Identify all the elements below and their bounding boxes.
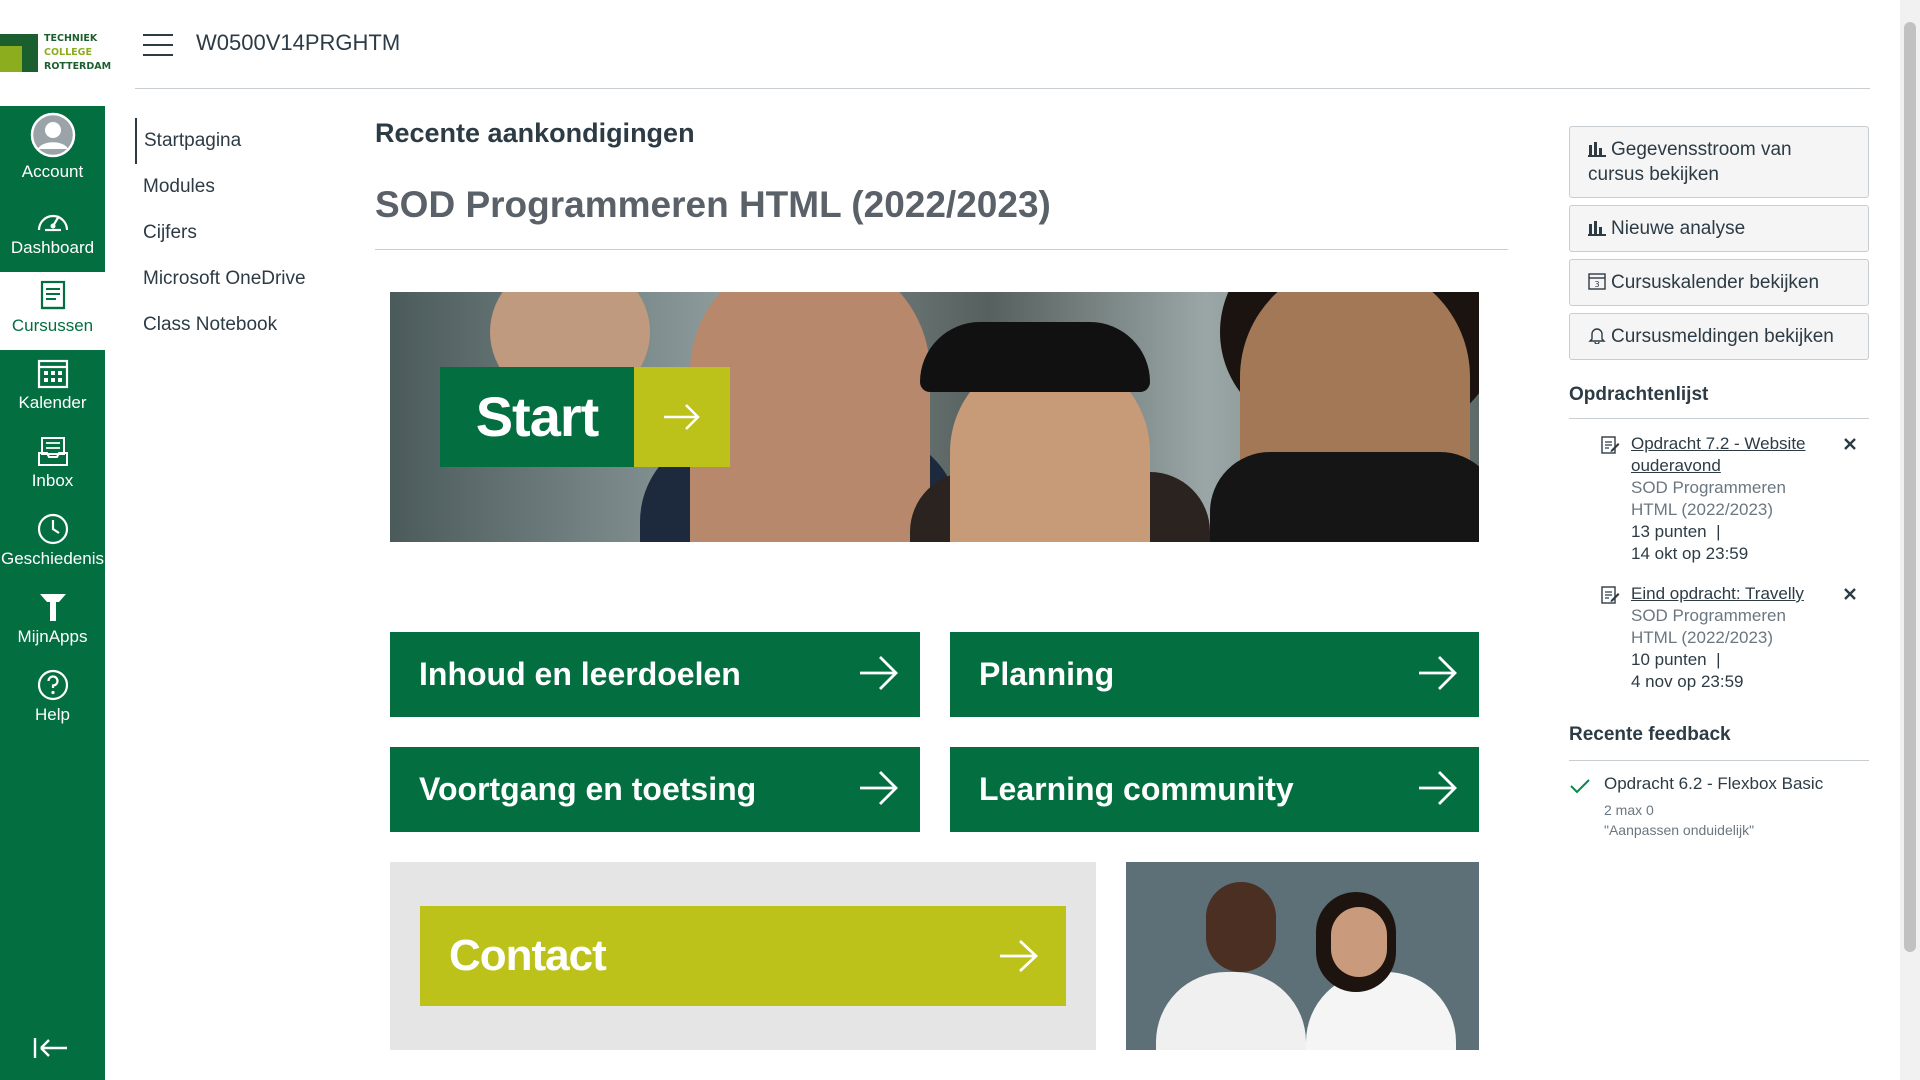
- todo-points: 10 punten: [1631, 650, 1707, 669]
- course-nav-grades[interactable]: Cijfers: [135, 210, 365, 256]
- global-nav-label: Geschiedenis: [0, 549, 104, 568]
- global-nav-help[interactable]: Help: [0, 669, 105, 747]
- help-icon: [37, 669, 68, 701]
- breadcrumb-course-code[interactable]: W0500V14PRGHTM: [196, 30, 400, 56]
- dashboard-icon: [37, 214, 68, 232]
- global-nav-inbox[interactable]: Inbox: [0, 435, 105, 513]
- start-label: Start: [440, 367, 634, 467]
- arrow-right-icon: [1419, 771, 1457, 805]
- svg-text:3: 3: [1594, 280, 1599, 289]
- tile-content-objectives[interactable]: Inhoud en leerdoelen: [390, 632, 920, 717]
- course-nav: Startpagina Modules Cijfers Microsoft On…: [135, 118, 365, 348]
- todo-separator: |: [1716, 650, 1721, 669]
- feedback-divider: [1569, 760, 1869, 761]
- tile-label: Inhoud en leerdoelen: [419, 656, 741, 692]
- global-nav-history[interactable]: Geschiedenis: [0, 513, 105, 591]
- checkmark-icon: [1570, 779, 1590, 794]
- bar-chart-icon: [1588, 142, 1606, 157]
- tile-label: Planning: [979, 656, 1115, 692]
- arrow-right-icon: [860, 771, 898, 805]
- todo-heading: Opdrachtenlijst: [1569, 384, 1709, 405]
- global-nav-label: Help: [35, 705, 70, 724]
- start-button[interactable]: Start: [440, 367, 730, 467]
- course-nav-modules[interactable]: Modules: [135, 164, 365, 210]
- recent-announcements-title: Recente aankondigingen: [375, 118, 695, 148]
- course-nav-onedrive[interactable]: Microsoft OneDrive: [135, 256, 365, 302]
- todo-title-link[interactable]: Opdracht 7.2 - Website ouderavond: [1631, 433, 1831, 477]
- contact-panel: Contact: [390, 862, 1096, 1050]
- global-nav-label: Kalender: [18, 393, 87, 412]
- todo-title-link[interactable]: Eind opdracht: Travelly: [1631, 583, 1831, 605]
- logo-mark: [0, 34, 38, 72]
- global-nav-label: Account: [21, 162, 84, 181]
- assignment-icon: [1601, 436, 1620, 454]
- course-nav-class-notebook[interactable]: Class Notebook: [135, 302, 365, 348]
- feedback-heading: Recente feedback: [1569, 724, 1731, 745]
- global-nav-account[interactable]: Account: [0, 112, 105, 190]
- arrow-right-icon: [1000, 939, 1039, 973]
- tile-planning[interactable]: Planning: [950, 632, 1479, 717]
- calendar-icon: [37, 359, 68, 389]
- arrow-right-icon: [1419, 656, 1457, 690]
- inbox-icon: [37, 437, 68, 466]
- arrow-right-icon: [860, 656, 898, 690]
- contact-label: Contact: [449, 931, 607, 980]
- button-label: Nieuwe analyse: [1611, 218, 1746, 239]
- calendar-icon: 3: [1588, 273, 1606, 290]
- school-logo[interactable]: TECHNIEK COLLEGE ROTTERDAM: [0, 0, 111, 106]
- logo-text: TECHNIEK COLLEGE ROTTERDAM: [44, 33, 112, 72]
- header-divider: [135, 88, 1870, 89]
- todo-due: 4 nov op 23:59: [1631, 672, 1744, 691]
- history-icon: [37, 513, 68, 545]
- tile-label: Learning community: [979, 771, 1294, 807]
- todo-separator: |: [1716, 522, 1721, 541]
- global-nav-myapps[interactable]: MijnApps: [0, 591, 105, 669]
- course-menu-toggle[interactable]: [143, 34, 173, 56]
- global-nav-label: Cursussen: [11, 316, 94, 335]
- todo-divider: [1569, 418, 1869, 419]
- todo-points: 13 punten: [1631, 522, 1707, 541]
- button-label: Cursusmeldingen bekijken: [1611, 326, 1834, 347]
- arrow-right-icon: [664, 404, 700, 430]
- global-nav: TECHNIEK COLLEGE ROTTERDAM Account Dashb…: [0, 0, 111, 1080]
- page-scrollbar[interactable]: [1900, 0, 1920, 1080]
- feedback-score: 2 max 0: [1604, 802, 1654, 818]
- hero-banner: Start: [390, 292, 1479, 542]
- bar-chart-icon: [1588, 221, 1606, 236]
- contact-button[interactable]: Contact: [420, 906, 1066, 1006]
- close-icon[interactable]: [1843, 587, 1857, 601]
- global-nav-label: Dashboard: [10, 238, 95, 257]
- view-course-stream-button[interactable]: Gegevensstroom van cursus bekijken: [1569, 126, 1869, 198]
- view-course-calendar-button[interactable]: 3 Cursuskalender bekijken: [1569, 259, 1869, 306]
- todo-course: SOD Programmeren HTML (2022/2023): [1631, 478, 1786, 519]
- feedback-comment: "Aanpassen onduidelijk": [1604, 822, 1755, 838]
- course-nav-home[interactable]: Startpagina: [135, 118, 365, 164]
- global-nav-courses[interactable]: Cursussen: [0, 272, 105, 350]
- view-course-notifications-button[interactable]: Cursusmeldingen bekijken: [1569, 313, 1869, 360]
- feedback-title: Opdracht 6.2 - Flexbox Basic: [1604, 774, 1824, 793]
- account-icon: [30, 112, 75, 158]
- assignment-icon: [1601, 586, 1620, 604]
- close-icon[interactable]: [1843, 437, 1857, 451]
- students-photo: [1126, 862, 1479, 1050]
- tile-learning-community[interactable]: Learning community: [950, 747, 1479, 832]
- collapse-arrow-icon: [33, 1038, 67, 1058]
- tile-label: Voortgang en toetsing: [419, 771, 757, 807]
- button-label: Cursuskalender bekijken: [1611, 272, 1820, 293]
- title-divider: [375, 249, 1508, 250]
- apps-icon: [39, 594, 66, 621]
- new-analytics-button[interactable]: Nieuwe analyse: [1569, 205, 1869, 252]
- page-title: SOD Programmeren HTML (2022/2023): [375, 184, 1051, 225]
- tile-progress-testing[interactable]: Voortgang en toetsing: [390, 747, 920, 832]
- courses-icon: [40, 280, 65, 310]
- todo-course: SOD Programmeren HTML (2022/2023): [1631, 606, 1786, 647]
- global-nav-label: MijnApps: [17, 627, 88, 646]
- button-label: Gegevensstroom van cursus bekijken: [1588, 139, 1792, 185]
- global-nav-label: Inbox: [31, 471, 74, 490]
- scrollbar-thumb[interactable]: [1904, 22, 1916, 952]
- bell-icon: [1588, 328, 1606, 344]
- global-nav-calendar[interactable]: Kalender: [0, 357, 105, 435]
- collapse-nav-button[interactable]: [33, 1036, 73, 1064]
- todo-due: 14 okt op 23:59: [1631, 544, 1749, 563]
